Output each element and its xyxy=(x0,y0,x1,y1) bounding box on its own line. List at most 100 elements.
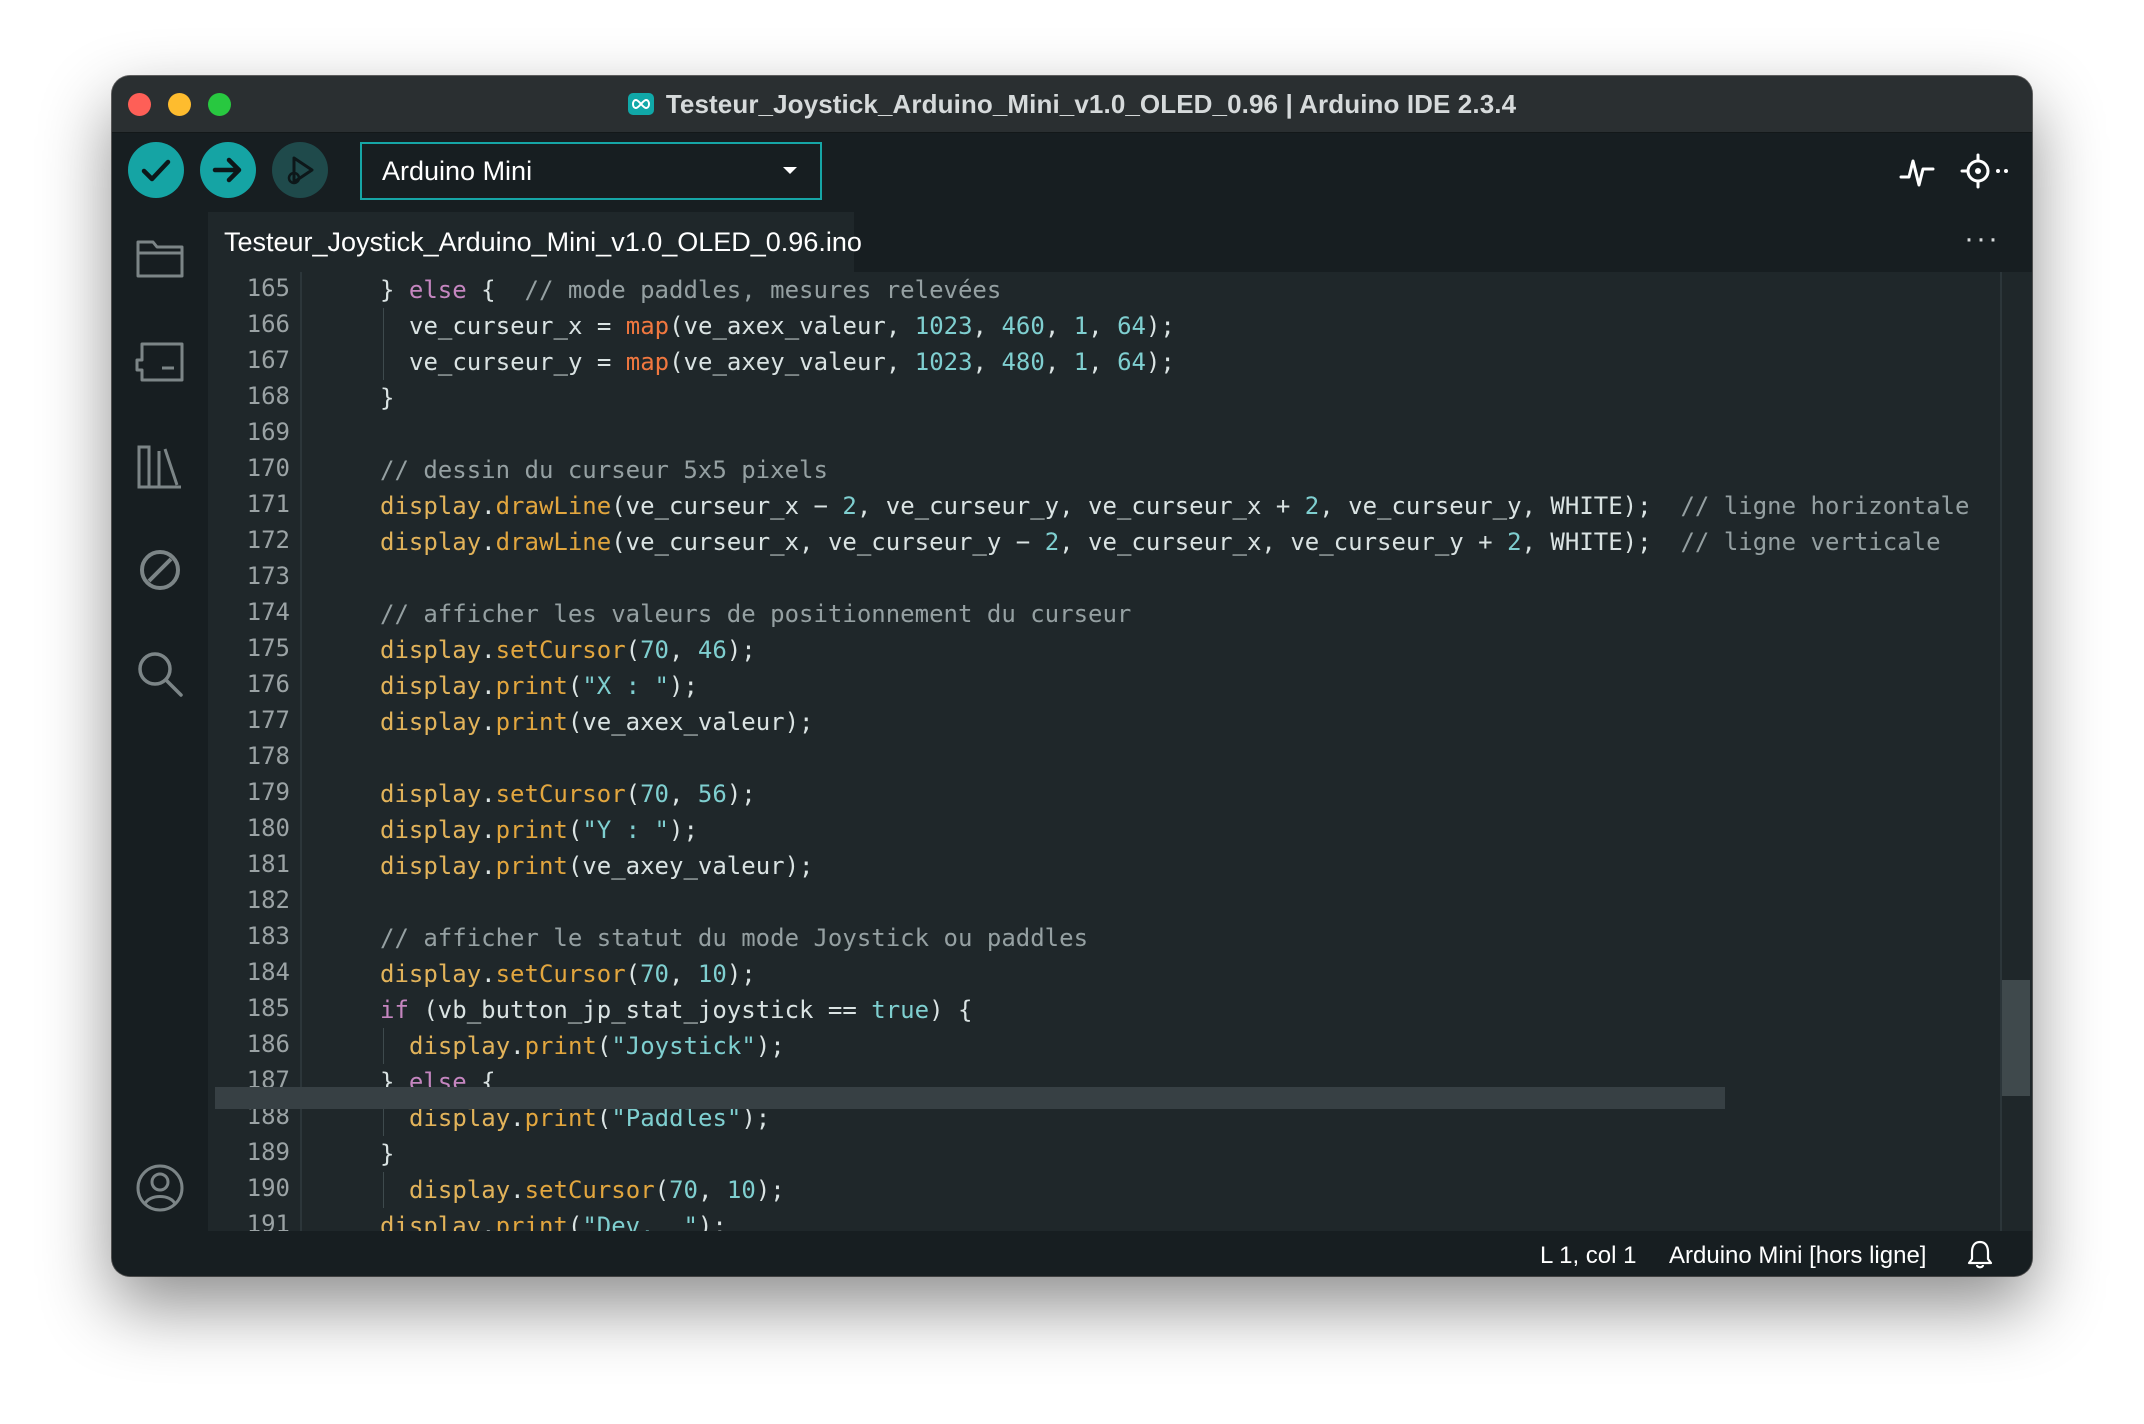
code-token: { xyxy=(466,276,525,304)
code-token: else xyxy=(408,276,467,304)
code-token: drawLine xyxy=(495,492,612,520)
code-token: 2 xyxy=(1044,528,1060,556)
line-number: 186 xyxy=(246,1030,290,1058)
code-token: . xyxy=(481,528,496,556)
board-status[interactable]: Arduino Mini [hors ligne] xyxy=(1669,1242,1926,1270)
code-token: 70 xyxy=(640,960,670,988)
boards-manager-button[interactable] xyxy=(132,334,188,390)
code-token: ( xyxy=(567,1212,583,1231)
code-token: 70 xyxy=(640,780,670,808)
title-bar: Testeur_Joystick_Arduino_Mini_v1.0_OLED_… xyxy=(112,76,2032,133)
line-number: 190 xyxy=(246,1174,290,1202)
code-token: . xyxy=(481,960,496,988)
code-token: . xyxy=(481,780,496,808)
code-token: ); xyxy=(669,816,698,844)
debug-play-icon xyxy=(287,156,314,185)
code-token: , xyxy=(1088,348,1118,376)
upload-button[interactable] xyxy=(200,142,256,198)
code-line: } xyxy=(380,1136,2032,1172)
code-line: if (vb_button_jp_stat_joystick == true) … xyxy=(380,992,2032,1028)
line-number: 170 xyxy=(246,454,290,482)
code-token: (ve_curseur_x, ve_curseur_y − xyxy=(611,528,1045,556)
code-token: (ve_axey_valeur, xyxy=(669,348,915,376)
sketchbook-button[interactable] xyxy=(132,230,188,286)
code-token: // dessin du curseur 5x5 pixels xyxy=(380,456,828,484)
board-icon xyxy=(135,342,184,382)
code-token: , xyxy=(669,636,698,664)
code-token: ( xyxy=(654,1176,670,1204)
debug-view-button[interactable] xyxy=(132,542,188,598)
code-line: } xyxy=(380,380,2032,416)
code-token: , xyxy=(972,348,1002,376)
code-token: 64 xyxy=(1117,348,1146,376)
code-token: if xyxy=(380,996,409,1024)
line-number: 177 xyxy=(246,706,290,734)
indent-guide xyxy=(383,1172,384,1208)
line-number: 172 xyxy=(246,526,290,554)
code-token: . xyxy=(481,1212,496,1231)
code-token: (ve_axex_valeur, xyxy=(669,312,915,340)
code-line: // afficher le statut du mode Joystick o… xyxy=(380,920,2032,956)
line-number: 165 xyxy=(246,274,290,302)
code-token: display xyxy=(380,708,482,736)
code-token: "Joystick" xyxy=(611,1032,756,1060)
line-number: 182 xyxy=(246,886,290,914)
code-line: display.drawLine(ve_curseur_x, ve_curseu… xyxy=(380,524,2032,560)
code-token: print xyxy=(495,816,568,844)
code-token: ( xyxy=(567,816,583,844)
code-token: ); xyxy=(1145,348,1175,376)
code-token: // ligne horizontale xyxy=(1680,492,1970,520)
code-token: } xyxy=(380,1140,395,1168)
arrow-right-icon xyxy=(212,157,242,183)
line-number: 180 xyxy=(246,814,290,842)
no-entry-icon xyxy=(140,550,180,590)
code-line: } else { // mode paddles, mesures relevé… xyxy=(380,272,2032,308)
line-number: 181 xyxy=(246,850,290,878)
code-line: // afficher les valeurs de positionnemen… xyxy=(380,596,2032,632)
more-options-button[interactable]: ··· xyxy=(1962,224,2002,264)
indent-guide xyxy=(383,1028,384,1064)
code-token: ( xyxy=(625,636,641,664)
scrollbar-thumb[interactable] xyxy=(2002,980,2030,1096)
code-token: , ve_curseur_y, ve_curseur_x + xyxy=(856,492,1305,520)
tab-sketch-file[interactable]: Testeur_Joystick_Arduino_Mini_v1.0_OLED_… xyxy=(208,212,862,272)
code-token: . xyxy=(481,708,496,736)
board-selector[interactable]: Arduino Mini xyxy=(360,142,822,200)
code-token: 10 xyxy=(726,1176,756,1204)
code-token: ( xyxy=(596,1032,612,1060)
board-selector-label: Arduino Mini xyxy=(382,155,533,186)
code-token: 2 xyxy=(1507,528,1522,556)
code-token: 70 xyxy=(669,1176,699,1204)
code-token: . xyxy=(481,636,496,664)
code-token: (ve_axey_valeur); xyxy=(567,852,814,880)
folder-icon xyxy=(136,240,184,278)
code-token: // ligne verticale xyxy=(1680,528,1941,556)
code-token: 2 xyxy=(1304,492,1320,520)
code-token: , xyxy=(698,1176,727,1204)
code-token: "Dev. " xyxy=(582,1212,698,1231)
code-token: display xyxy=(409,1032,511,1060)
code-token: 1023 xyxy=(914,348,973,376)
code-token: ); xyxy=(726,636,756,664)
account-button[interactable] xyxy=(132,1160,188,1216)
code-token: print xyxy=(495,852,568,880)
code-line: display.print(ve_axex_valeur); xyxy=(380,704,2032,740)
serial-plotter-button[interactable] xyxy=(1892,146,1942,196)
serial-monitor-button[interactable] xyxy=(1958,146,2018,196)
code-token: print xyxy=(495,1212,568,1231)
code-token: map xyxy=(625,312,670,340)
code-token: ); xyxy=(755,1032,785,1060)
debug-button[interactable] xyxy=(272,142,328,198)
code-token: } xyxy=(380,276,409,304)
library-manager-button[interactable] xyxy=(132,438,188,494)
search-button[interactable] xyxy=(132,646,188,702)
verify-button[interactable] xyxy=(128,142,184,198)
code-token: } xyxy=(380,384,395,412)
line-number: 171 xyxy=(246,490,290,518)
line-number: 176 xyxy=(246,670,290,698)
notifications-button[interactable] xyxy=(1966,1239,1996,1269)
code-line: display.setCursor(70, 10); xyxy=(409,1172,2032,1208)
line-number: 185 xyxy=(246,994,290,1022)
cursor-position[interactable]: L 1, col 1 xyxy=(1540,1242,1637,1270)
code-line: display.setCursor(70, 10); xyxy=(380,956,2032,992)
